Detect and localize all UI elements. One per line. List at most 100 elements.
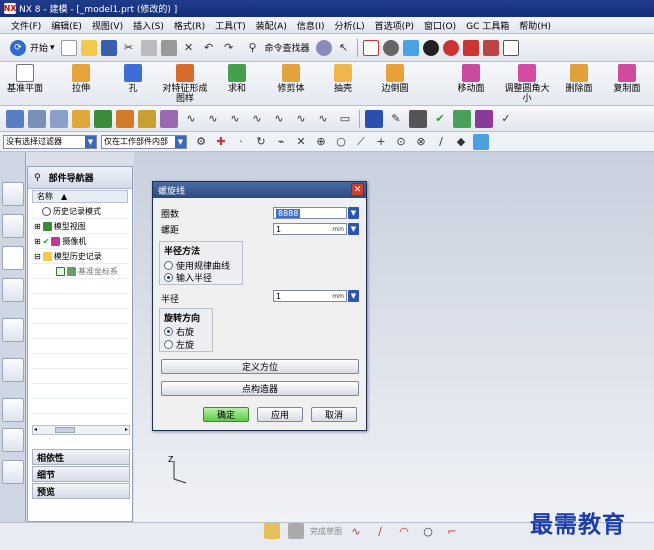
snap-on-face-icon[interactable]: ⊙ [393, 134, 409, 150]
history-tab[interactable] [2, 358, 24, 382]
section-icon[interactable] [482, 39, 499, 56]
constraint-navigator-tab[interactable] [2, 214, 24, 238]
snap-midpoint-icon[interactable]: ↻ [253, 134, 269, 150]
validation-icon[interactable]: ✓ [497, 110, 515, 128]
edit-position-icon[interactable] [94, 109, 112, 128]
start-button[interactable]: ⟳ 开始 ▾ [4, 38, 59, 58]
snap-quadrant-icon[interactable]: ○ [333, 134, 349, 150]
tree-item-history-mode[interactable]: 历史记录模式 [42, 206, 101, 217]
name-column-header[interactable]: 名称 ▲ [32, 190, 128, 203]
menu-window[interactable]: 窗口(O) [419, 19, 461, 32]
menu-insert[interactable]: 插入(S) [128, 19, 169, 32]
scroll-thumb[interactable] [55, 427, 75, 433]
check-icon[interactable]: ✔ [431, 110, 449, 128]
cancel-button[interactable]: 取消 [311, 407, 357, 422]
curve-tool-2-icon[interactable]: ∿ [204, 110, 222, 128]
assembly-navigator-tab[interactable] [2, 182, 24, 206]
reorder-feature-icon[interactable] [138, 109, 156, 128]
copy-face-button[interactable]: 复制面 [604, 64, 650, 104]
menu-assemblies[interactable]: 装配(A) [251, 19, 292, 32]
menu-preferences[interactable]: 首选项(P) [370, 19, 419, 32]
move-face-button[interactable]: 移动面 [448, 64, 494, 104]
tree-item-datum-csys[interactable]: 基准坐标系 [56, 266, 118, 277]
apply-button[interactable]: 应用 [257, 407, 303, 422]
pin-icon[interactable]: ⚲ [34, 173, 41, 183]
undo-icon[interactable]: ↶ [201, 40, 217, 56]
dialog-title-bar[interactable]: 螺旋线 ✕ [153, 182, 366, 198]
profile-icon[interactable]: ∿ [348, 523, 364, 539]
selection-scope-select[interactable]: 仅在工作部件内部 ▼ [101, 134, 187, 149]
cube-view-icon[interactable] [402, 39, 419, 56]
render-style-icon[interactable] [422, 39, 439, 56]
unite-button[interactable]: 求和 [214, 64, 260, 104]
expand-icon[interactable]: ⊞ [34, 237, 41, 246]
datum-plane-button[interactable]: 基准平面 [2, 64, 48, 104]
checkbox-checked-icon[interactable] [56, 267, 65, 276]
resize-blend-button[interactable]: 调整圆角大小 [504, 64, 550, 104]
dependencies-panel-header[interactable]: 相依性 [32, 449, 130, 465]
tree-item-model-history[interactable]: ⊟ 模型历史记录 [34, 251, 102, 262]
menu-help[interactable]: 帮助(H) [514, 19, 556, 32]
red-cube-icon[interactable] [462, 39, 479, 56]
type-filter-select[interactable]: 没有选择过滤器 ▼ [3, 134, 97, 149]
command-finder-button[interactable]: ⚲ 命令查找器 [239, 40, 314, 56]
expand-icon[interactable]: ⊞ [34, 222, 41, 231]
radius-field[interactable]: 1 mm [273, 290, 347, 302]
pen-icon[interactable]: ✎ [387, 110, 405, 128]
fit-view-icon[interactable] [362, 39, 379, 56]
turns-dropdown-icon[interactable]: ▼ [348, 207, 359, 219]
blue-bar-icon[interactable] [365, 109, 383, 128]
fillet-icon[interactable]: ⌐ [444, 523, 460, 539]
snap-tool-icon[interactable]: ◆ [453, 134, 469, 150]
snap-bisector-icon[interactable]: ∕ [433, 134, 449, 150]
cut-icon[interactable]: ✂ [121, 40, 137, 56]
turns-field[interactable]: 8888 [273, 207, 347, 219]
suppress-feature-icon[interactable] [160, 109, 178, 128]
radio-enter-radius[interactable]: 输入半径 [164, 271, 212, 284]
curve-tool-7-icon[interactable]: ∿ [314, 110, 332, 128]
redo-icon[interactable]: ↷ [221, 40, 237, 56]
preview-panel-header[interactable]: 预览 [32, 483, 130, 499]
shell-button[interactable]: 抽壳 [320, 64, 366, 104]
menu-file[interactable]: 文件(F) [6, 19, 46, 32]
curve-tool-5-icon[interactable]: ∿ [270, 110, 288, 128]
ok-button[interactable]: 确定 [203, 407, 249, 422]
finish-sketch-label[interactable]: 完成草图 [310, 526, 342, 537]
paste-icon[interactable] [160, 39, 177, 56]
menu-view[interactable]: 视图(V) [87, 19, 128, 32]
menu-edit[interactable]: 编辑(E) [46, 19, 87, 32]
move-feature-icon[interactable] [116, 109, 134, 128]
measure-icon[interactable] [409, 109, 427, 128]
menu-analysis[interactable]: 分析(L) [330, 19, 370, 32]
selection-arrow-icon[interactable]: ↖ [336, 40, 352, 56]
snap-existing-icon[interactable]: ⊗ [413, 134, 429, 150]
web-browser-tab[interactable] [2, 318, 24, 342]
define-orientation-button[interactable]: 定义方位 [161, 359, 359, 374]
process-studio-tab[interactable] [2, 428, 24, 452]
snap-cube-icon[interactable] [473, 133, 489, 150]
delete-face-button[interactable]: 删除面 [556, 64, 602, 104]
curve-tool-6-icon[interactable]: ∿ [292, 110, 310, 128]
snap-intersection-icon[interactable]: ✕ [293, 134, 309, 150]
radius-dropdown-icon[interactable]: ▼ [348, 290, 359, 302]
select-all-icon[interactable]: ✚ [213, 134, 229, 150]
hole-button[interactable]: 孔 [110, 64, 156, 104]
point-constructor-button[interactable]: 点构造器 [161, 381, 359, 396]
curve-tool-4-icon[interactable]: ∿ [248, 110, 266, 128]
pitch-dropdown-icon[interactable]: ▼ [348, 223, 359, 235]
filter-gear-icon[interactable]: ⚙ [193, 134, 209, 150]
edit-parameters-icon[interactable] [72, 109, 90, 128]
extrude-button[interactable]: 拉伸 [58, 64, 104, 104]
feature-table-icon[interactable] [6, 109, 24, 128]
tree-item-cameras[interactable]: ⊞ ✔ 摄像机 [34, 236, 86, 247]
tree-item-model-views[interactable]: ⊞ 模型视图 [34, 221, 86, 232]
new-file-icon[interactable] [60, 39, 77, 56]
details-panel-header[interactable]: 细节 [32, 466, 130, 482]
delete-icon[interactable]: ✕ [181, 40, 197, 56]
system-materials-tab[interactable] [2, 398, 24, 422]
analysis-icon[interactable] [453, 109, 471, 128]
radio-right-hand[interactable]: 右旋 [164, 325, 194, 338]
trim-body-button[interactable]: 修剪体 [268, 64, 314, 104]
menu-tools[interactable]: 工具(T) [210, 19, 251, 32]
navigator-horizontal-scrollbar[interactable]: ◂ ▸ [32, 425, 130, 435]
